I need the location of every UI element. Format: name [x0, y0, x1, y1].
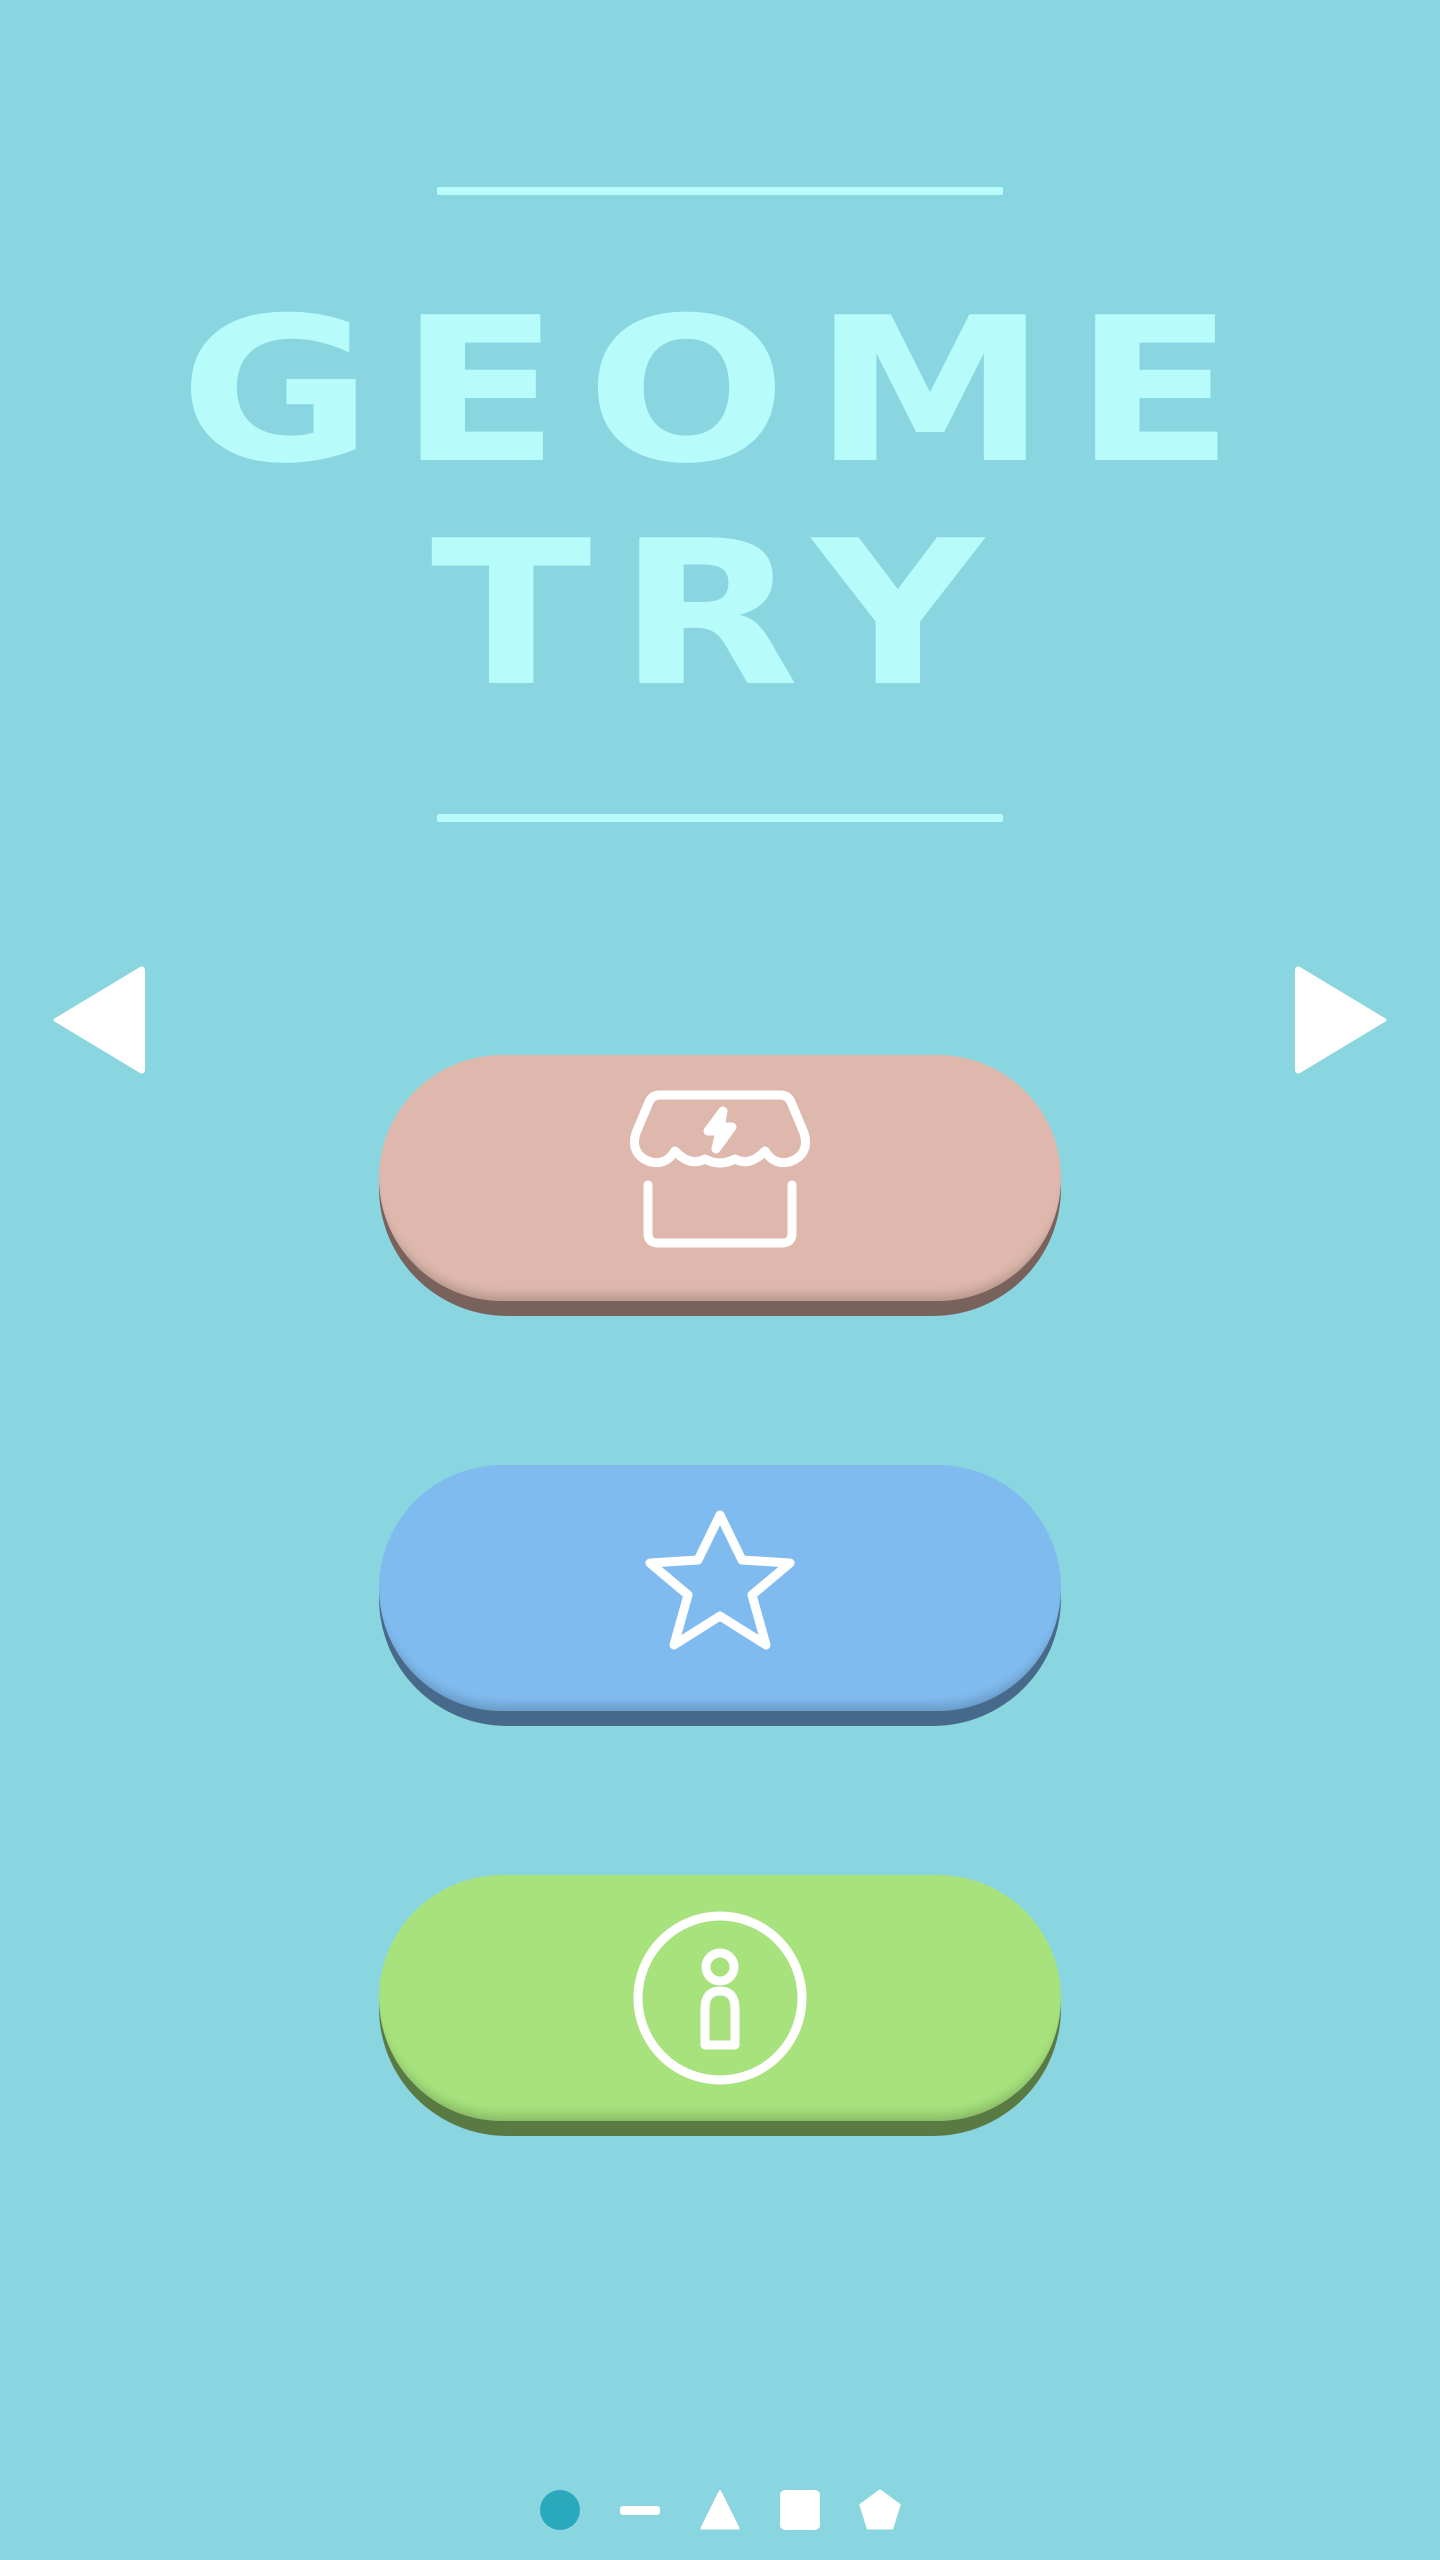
- top-divider: [437, 187, 1003, 195]
- page-dot-square[interactable]: [778, 2488, 822, 2532]
- favorites-button[interactable]: [379, 1465, 1061, 1711]
- pentagon-icon: [859, 2489, 901, 2530]
- triangle-icon: [700, 2490, 740, 2530]
- page-dot-triangle[interactable]: [698, 2488, 742, 2532]
- triangle-left-icon: [53, 966, 145, 1074]
- line-icon: [620, 2506, 660, 2515]
- bottom-divider: [437, 814, 1003, 822]
- page-dot-pentagon[interactable]: [858, 2488, 902, 2532]
- circle-icon: [540, 2490, 580, 2530]
- title-line-1: GEOME: [179, 275, 1261, 508]
- shop-button[interactable]: [379, 1055, 1061, 1301]
- title-line-2: TRY: [430, 498, 1010, 731]
- prev-button[interactable]: [45, 955, 155, 1085]
- store-bolt-icon: [630, 1090, 810, 1248]
- star-icon: [645, 1510, 795, 1650]
- next-button[interactable]: [1285, 955, 1395, 1085]
- triangle-right-icon: [1295, 966, 1387, 1074]
- user-circle-icon: [633, 1911, 807, 2085]
- square-icon: [780, 2490, 820, 2530]
- page-indicator: [0, 2480, 1440, 2540]
- page-dot-line[interactable]: [618, 2488, 662, 2532]
- profile-button[interactable]: [379, 1875, 1061, 2121]
- page-dot-circle[interactable]: [538, 2488, 582, 2532]
